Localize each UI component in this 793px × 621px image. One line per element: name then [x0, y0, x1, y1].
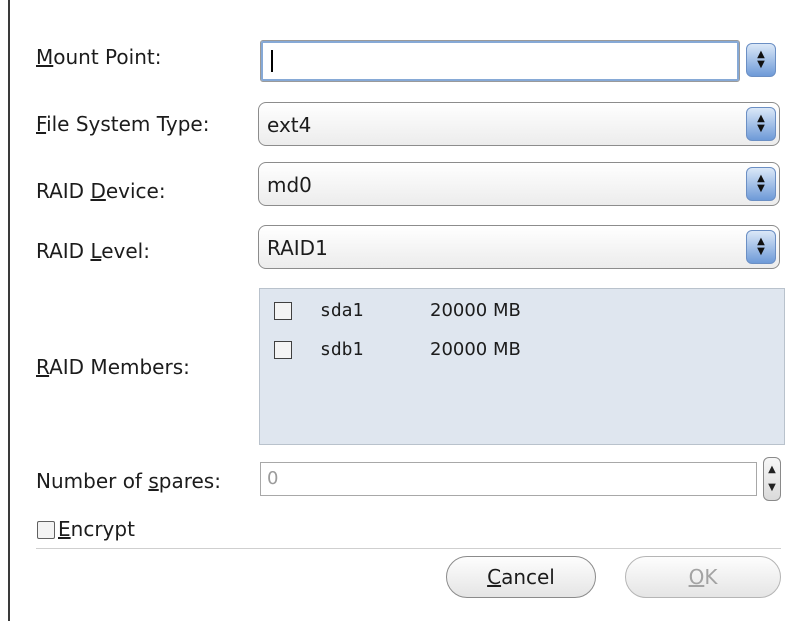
raid-device-dropdown-button[interactable]: ▲ ▼ — [746, 167, 776, 201]
raid-level-select[interactable]: RAID1 ▲ ▼ — [258, 225, 780, 269]
mount-point-dropdown-button[interactable]: ▲ ▼ — [746, 43, 776, 77]
spin-up-icon[interactable]: ▲ — [764, 464, 780, 475]
spares-spin-button[interactable]: ▲ ▼ — [763, 457, 781, 501]
encrypt-checkbox[interactable] — [37, 521, 55, 539]
mount-point-label: Mount Point: — [36, 45, 162, 69]
ok-button[interactable]: OK — [625, 556, 781, 598]
spin-down-icon[interactable]: ▼ — [764, 482, 780, 493]
raid-members-label: RAID Members: — [36, 355, 190, 379]
encrypt-label[interactable]: Encrypt — [58, 517, 135, 541]
mount-point-input[interactable] — [260, 40, 740, 82]
raid-device-select[interactable]: md0 ▲ ▼ — [258, 162, 780, 206]
raid-members-list: sda1 20000 MB sdb1 20000 MB — [259, 288, 785, 445]
cancel-button[interactable]: Cancel — [446, 556, 596, 598]
spares-input[interactable]: 0 — [260, 462, 757, 496]
raid-level-label: RAID Level: — [36, 239, 150, 263]
raid-member-checkbox[interactable] — [274, 341, 292, 359]
raid-member-checkbox[interactable] — [274, 302, 292, 320]
raid-device-label: RAID Device: — [36, 179, 166, 203]
raid-member-name: sdb1 — [320, 339, 364, 360]
raid-level-value: RAID1 — [267, 236, 328, 260]
raid-device-dialog: Mount Point: ▲ ▼ File System Type: ext4 ▲… — [8, 0, 793, 621]
raid-member-name: sda1 — [320, 300, 364, 321]
raid-member-size: 20000 MB — [430, 339, 521, 360]
raid-member-size: 20000 MB — [430, 300, 521, 321]
raid-level-dropdown-button[interactable]: ▲ ▼ — [746, 230, 776, 264]
spares-value: 0 — [267, 468, 279, 489]
separator — [36, 548, 781, 549]
file-system-type-dropdown-button[interactable]: ▲ ▼ — [746, 107, 776, 141]
up-down-arrows-icon: ▲ ▼ — [757, 236, 765, 257]
file-system-type-value: ext4 — [267, 113, 312, 137]
file-system-type-label: File System Type: — [36, 112, 210, 136]
text-caret — [271, 50, 273, 72]
up-down-arrows-icon: ▲ ▼ — [757, 49, 765, 70]
spares-label: Number of spares: — [36, 469, 221, 493]
raid-device-value: md0 — [267, 173, 312, 197]
file-system-type-select[interactable]: ext4 ▲ ▼ — [258, 102, 780, 146]
up-down-arrows-icon: ▲ ▼ — [757, 173, 765, 194]
up-down-arrows-icon: ▲ ▼ — [757, 113, 765, 134]
